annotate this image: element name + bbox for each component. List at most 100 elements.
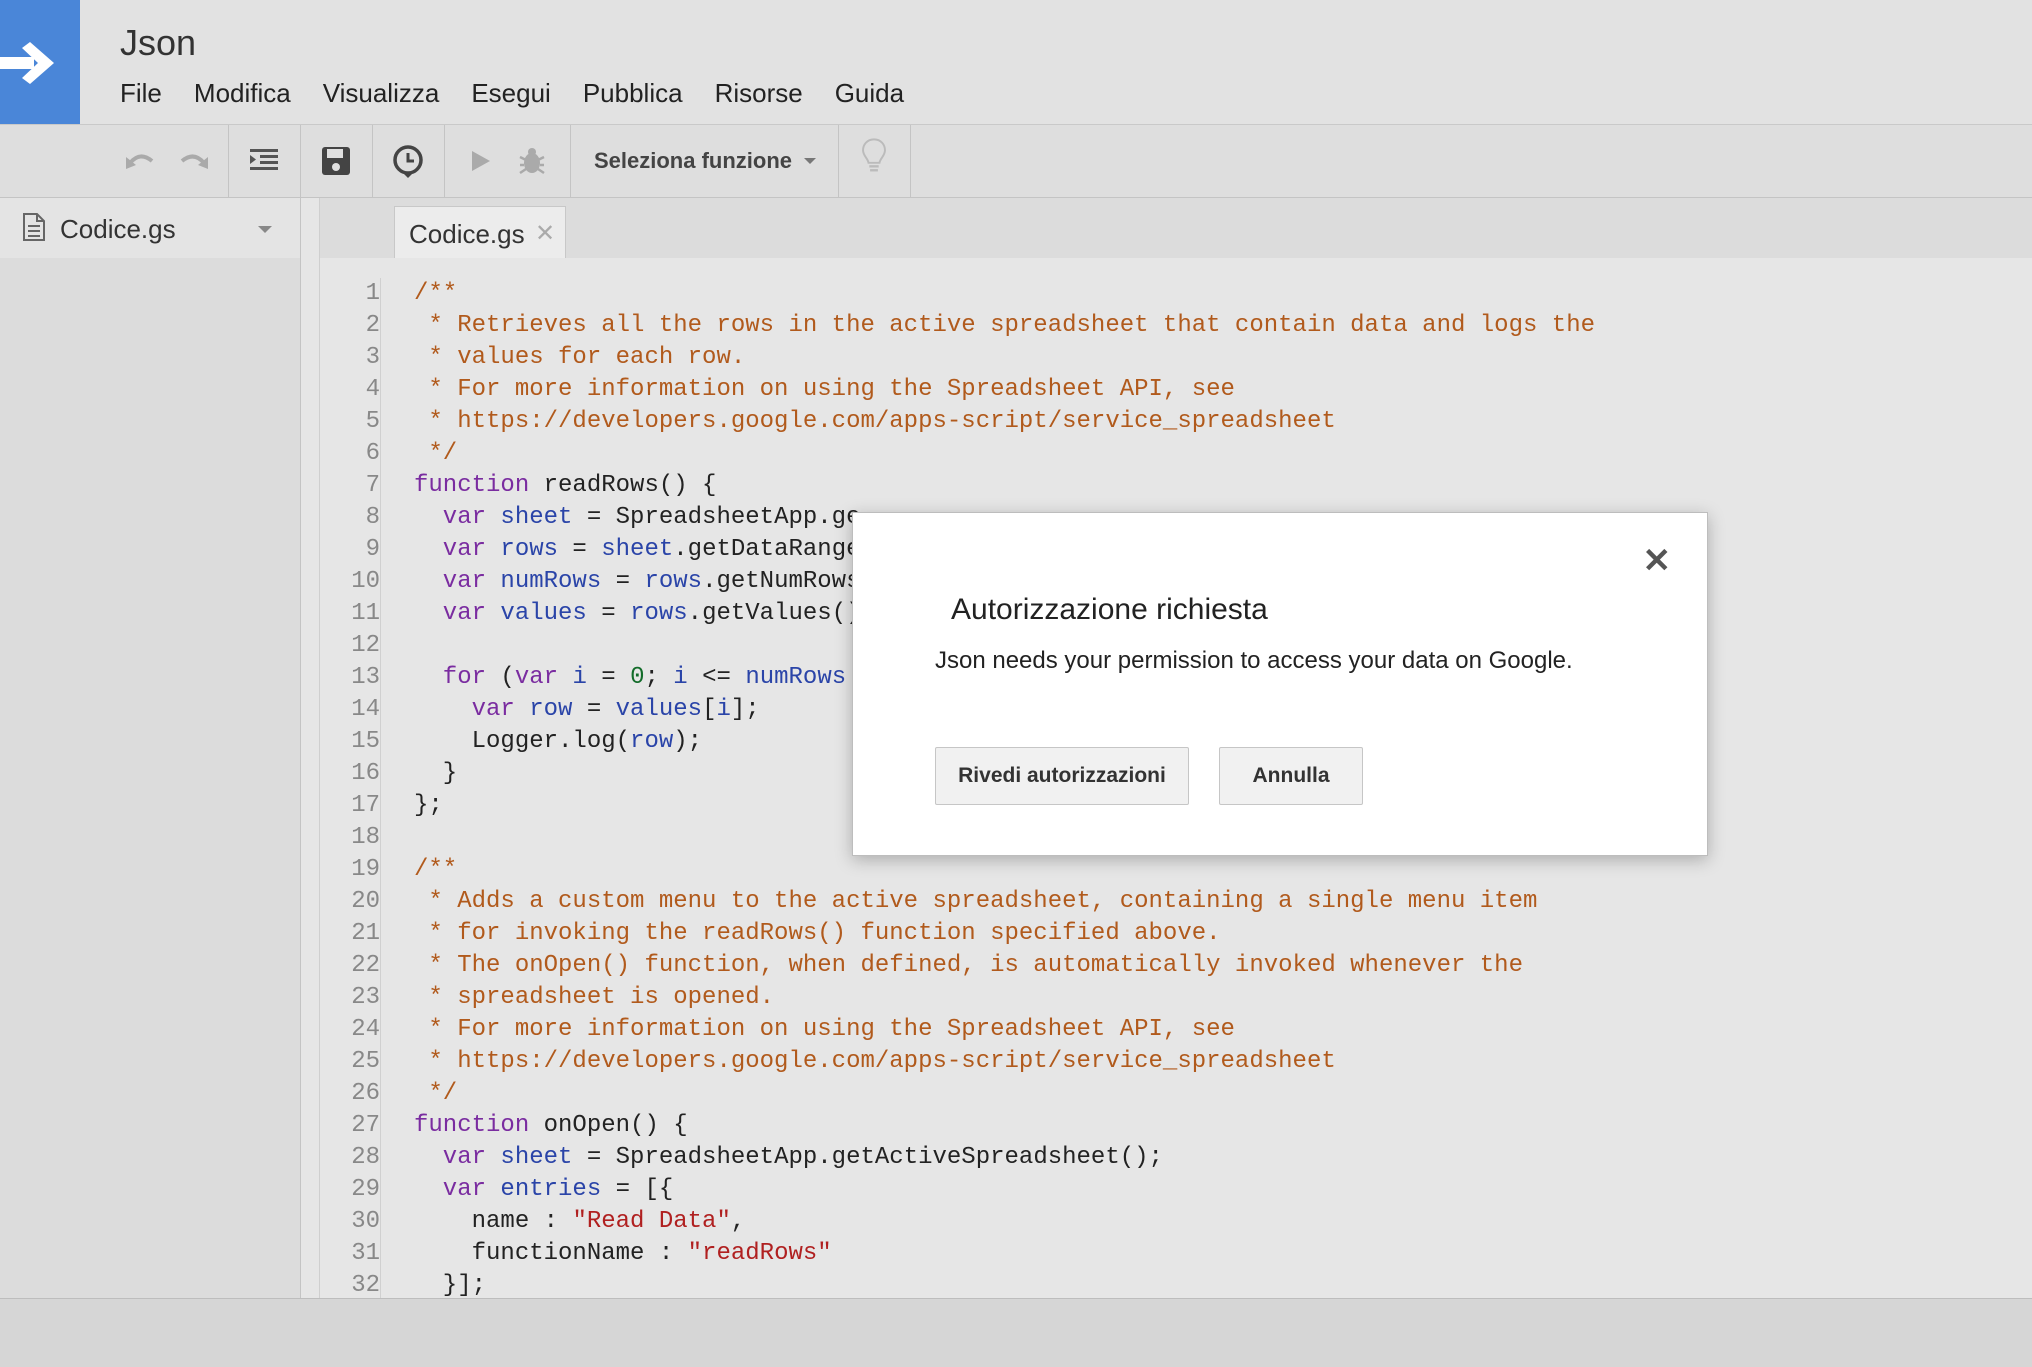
code-variable: i [558,664,587,691]
code-line: * Retrieves all the rows in the active s… [414,310,1595,342]
code-variable: rows [486,536,559,563]
line-number: 13 [351,664,380,691]
code-variable: row [630,728,674,755]
code-comment: * For more information on using the Spre… [414,1016,1235,1043]
line-number: 15 [351,728,380,755]
line-number-gutter: 1 2 3 4 5 6 7 8 9 10 11 12 13 14 15 16 1… [320,278,381,1299]
code-line: * For more information on using the Spre… [414,1014,1595,1046]
line-number: 30 [351,1208,380,1235]
dialog-message: Json needs your permission to access you… [935,647,1573,674]
cancel-button[interactable]: Annulla [1219,747,1363,805]
line-number: 14 [351,696,380,723]
code-text: functionName : [414,1240,688,1267]
run-icon[interactable] [462,143,498,179]
undo-icon[interactable] [122,143,158,179]
code-text: = SpreadsheetApp.ge [572,504,861,531]
code-line: * https://developers.google.com/apps-scr… [414,1046,1595,1078]
code-line: var entries = [{ [414,1174,1595,1206]
menu-esegui[interactable]: Esegui [471,78,551,109]
line-number: 18 [351,824,380,851]
code-keyword: var [414,568,487,595]
code-line: name : "Read Data", [414,1206,1595,1238]
authorization-dialog: ✕ Autorizzazione richiesta Json needs yo… [852,512,1708,856]
code-line: * for invoking the readRows() function s… [414,918,1595,950]
code-keyword: for [414,664,487,691]
debug-bug-icon[interactable] [514,143,550,179]
code-variable: i [673,664,688,691]
sidebar-file-item[interactable]: Codice.gs [0,198,300,258]
redo-icon[interactable] [176,143,212,179]
menu-file[interactable]: File [120,78,162,109]
line-number: 28 [351,1144,380,1171]
code-variable: values [615,696,703,723]
code-variable: sheet [601,536,674,563]
close-icon[interactable]: ✕ [1643,541,1672,581]
toolbar [0,125,2032,198]
code-text: ); [673,728,703,755]
code-comment: * for invoking the readRows() function s… [414,920,1221,947]
line-number: 16 [351,760,380,787]
menu-modifica[interactable]: Modifica [194,78,291,109]
code-keyword: var [414,600,487,627]
code-text: = [601,568,645,595]
code-keyword: var [414,1176,487,1203]
line-number: 21 [351,920,380,947]
code-text: name : [414,1208,573,1235]
code-variable: entries [486,1176,602,1203]
code-line: /** [414,278,1595,310]
menu-risorse[interactable]: Risorse [715,78,803,109]
menu-pubblica[interactable]: Pubblica [583,78,683,109]
code-variable: numRows [486,568,602,595]
code-comment: */ [414,440,458,467]
file-sidebar: Codice.gs [0,198,301,1298]
save-icon[interactable] [318,143,354,179]
dialog-title: Autorizzazione richiesta [951,593,1268,626]
close-tab-icon[interactable]: ✕ [535,219,555,248]
line-number: 22 [351,952,380,979]
project-title[interactable]: Json [120,22,196,64]
code-text: .getNumRows [702,568,861,595]
code-line: var sheet = SpreadsheetApp.getActiveSpre… [414,1142,1595,1174]
code-comment: * Retrieves all the rows in the active s… [414,312,1595,339]
code-string: "readRows" [687,1240,832,1267]
line-number: 1 [365,280,380,307]
line-number: 11 [351,600,380,627]
line-number: 9 [365,536,380,563]
code-variable: rows [630,600,688,627]
code-line: functionName : "readRows" [414,1238,1595,1270]
line-number: 29 [351,1176,380,1203]
line-number: 2 [365,312,380,339]
chevron-down-icon[interactable] [804,158,816,164]
code-comment: */ [414,1080,458,1107]
triggers-clock-icon[interactable] [390,143,426,179]
tab-codice[interactable]: Codice.gs ✕ [394,206,566,261]
menu-visualizza[interactable]: Visualizza [323,78,440,109]
code-text: } [414,760,458,787]
line-number: 24 [351,1016,380,1043]
line-number: 5 [365,408,380,435]
menu-guida[interactable]: Guida [835,78,904,109]
menu-bar: File Modifica Visualizza Esegui Pubblica… [120,78,936,109]
sidebar-file-label: Codice.gs [60,214,176,244]
arrow-right-icon [0,42,54,84]
indent-icon[interactable] [246,143,282,179]
lightbulb-icon[interactable] [856,137,892,173]
code-comment: * For more information on using the Spre… [414,376,1235,403]
code-text: = [{ [601,1176,674,1203]
apps-script-logo[interactable] [0,0,80,124]
code-keyword: var [414,504,487,531]
review-permissions-button[interactable]: Rivedi autorizzazioni [935,747,1189,805]
code-comment: * The onOpen() function, when defined, i… [414,952,1523,979]
code-text: ( [486,664,515,691]
line-number: 6 [365,440,380,467]
line-number: 19 [351,856,380,883]
code-text: = [572,696,616,723]
line-number: 7 [365,472,380,499]
chevron-down-icon[interactable] [258,226,272,233]
tab-label: Codice.gs [409,219,525,249]
sidebar-divider[interactable] [301,198,320,1298]
line-number: 4 [365,376,380,403]
code-text: ]; [730,696,760,723]
function-select[interactable]: Seleziona funzione [594,148,792,174]
document-icon [23,213,45,241]
